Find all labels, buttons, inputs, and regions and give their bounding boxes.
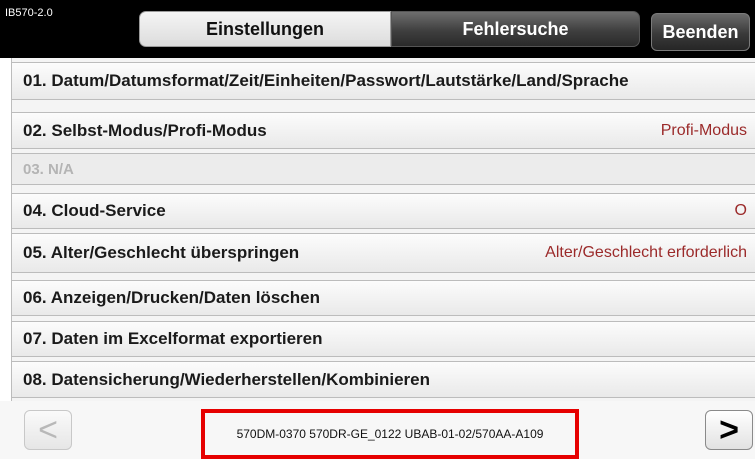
settings-row-label: 07. Daten im Excelformat exportieren	[23, 329, 323, 348]
top-bar: IB570-2.0 Einstellungen Fehlersuche Been…	[0, 0, 755, 58]
settings-row-label: 05. Alter/Geschlecht überspringen	[23, 243, 300, 262]
settings-row-value: Alter/Geschlecht erforderlich	[545, 244, 747, 261]
prev-page-button[interactable]: <	[24, 410, 72, 450]
settings-row-02[interactable]: 02. Selbst-Modus/Profi-Modus Profi-Modus	[11, 112, 755, 149]
version-highlight-box: 570DM-0370 570DR-GE_0122 UBAB-01-02/570A…	[201, 409, 579, 459]
model-label: IB570-2.0	[5, 7, 53, 19]
settings-row-08[interactable]: 08. Datensicherung/Wiederherstellen/Komb…	[11, 361, 755, 398]
settings-row-03: 03. N/A	[11, 153, 755, 185]
settings-row-04[interactable]: 04. Cloud-Service O	[11, 193, 755, 229]
tab-troubleshooting[interactable]: Fehlersuche	[391, 11, 640, 47]
chevron-left-icon: <	[38, 411, 58, 449]
firmware-version: 570DM-0370 570DR-GE_0122 UBAB-01-02/570A…	[236, 427, 544, 441]
exit-button[interactable]: Beenden	[651, 13, 750, 51]
settings-row-06[interactable]: 06. Anzeigen/Drucken/Daten löschen	[11, 280, 755, 316]
settings-row-label: 02. Selbst-Modus/Profi-Modus	[23, 120, 267, 140]
chevron-right-icon: >	[719, 411, 739, 449]
settings-row-label: 06. Anzeigen/Drucken/Daten löschen	[23, 288, 320, 307]
settings-row-label: 03. N/A	[23, 160, 74, 178]
settings-row-07[interactable]: 07. Daten im Excelformat exportieren	[11, 321, 755, 357]
tab-settings[interactable]: Einstellungen	[139, 11, 391, 47]
settings-row-value: Profi-Modus	[660, 121, 747, 139]
settings-row-05[interactable]: 05. Alter/Geschlecht überspringen Alter/…	[11, 233, 755, 273]
settings-row-label: 01. Datum/Datumsformat/Zeit/Einheiten/Pa…	[23, 71, 629, 90]
settings-row-label: 04. Cloud-Service	[23, 201, 166, 220]
settings-row-value: O	[734, 202, 747, 219]
settings-row-01[interactable]: 01. Datum/Datumsformat/Zeit/Einheiten/Pa…	[11, 62, 755, 100]
next-page-button[interactable]: >	[705, 410, 753, 450]
settings-row-label: 08. Datensicherung/Wiederherstellen/Komb…	[23, 369, 431, 389]
